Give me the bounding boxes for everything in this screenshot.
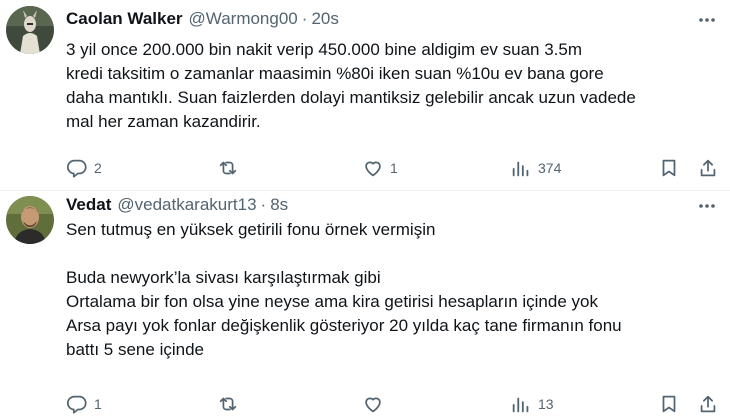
tweet-text-line: daha mantıklı. Suan faizlerden dolayi ma…	[66, 88, 636, 107]
tweet-text-line: Sen tutmuş en yüksek getirili fonu örnek…	[66, 220, 436, 239]
tweet-text-line: battı 5 sene içinde	[66, 340, 204, 359]
tweet-vedat[interactable]: Vedat @vedatkarakurt13 · 8s Sen tutmuş e…	[0, 190, 730, 420]
repost-button[interactable]	[217, 392, 245, 416]
reply-count: 1	[94, 396, 102, 412]
more-icon[interactable]	[696, 195, 718, 217]
like-count: 1	[390, 160, 398, 176]
share-icon	[697, 393, 719, 415]
views-button[interactable]: 13	[510, 392, 554, 416]
repost-button[interactable]	[217, 156, 245, 180]
reply-icon	[66, 157, 88, 179]
more-icon[interactable]	[696, 9, 718, 31]
avatar[interactable]	[6, 6, 54, 54]
tweet-text: Sen tutmuş en yüksek getirili fonu örnek…	[66, 218, 716, 362]
tweet-caolan-walker[interactable]: Caolan Walker @Warmong00 · 20s 3 yil onc…	[0, 0, 730, 191]
display-name[interactable]: Vedat	[66, 195, 111, 215]
reply-icon	[66, 393, 88, 415]
reply-button[interactable]: 2	[66, 156, 102, 180]
bookmark-icon	[658, 157, 680, 179]
tweet-text-line: mal her zaman kazandirir.	[66, 112, 261, 131]
tweet-text-line: 3 yil once 200.000 bin nakit verip 450.0…	[66, 40, 583, 59]
views-icon	[510, 157, 532, 179]
timestamp[interactable]: 20s	[311, 9, 338, 29]
separator-dot: ·	[260, 195, 267, 214]
bookmark-button[interactable]	[658, 156, 680, 180]
avatar[interactable]	[6, 196, 54, 244]
tweet-header: Caolan Walker @Warmong00 · 20s	[66, 7, 680, 31]
like-button[interactable]	[362, 392, 390, 416]
user-handle[interactable]: @vedatkarakurt13	[117, 195, 256, 215]
timestamp[interactable]: 8s	[270, 195, 288, 215]
reply-button[interactable]: 1	[66, 392, 102, 416]
heart-icon	[362, 393, 384, 415]
like-button[interactable]: 1	[362, 156, 398, 180]
repost-icon	[217, 157, 239, 179]
view-count: 13	[538, 396, 554, 412]
tweet-text-line: Buda newyork’la sivası karşılaştırmak gi…	[66, 268, 381, 287]
views-icon	[510, 393, 532, 415]
share-button[interactable]	[697, 392, 719, 416]
tweet-text-line: Arsa payı yok fonlar değişkenlik gösteri…	[66, 316, 622, 335]
reply-count: 2	[94, 160, 102, 176]
tweet-actions: 1 13	[0, 392, 730, 416]
view-count: 374	[538, 160, 562, 176]
share-icon	[697, 157, 719, 179]
share-button[interactable]	[697, 156, 719, 180]
user-handle[interactable]: @Warmong00	[189, 9, 298, 29]
views-button[interactable]: 374	[510, 156, 561, 180]
tweet-header: Vedat @vedatkarakurt13 · 8s	[66, 193, 680, 217]
bookmark-button[interactable]	[658, 392, 680, 416]
tweet-actions: 2 1 374	[0, 156, 730, 180]
heart-icon	[362, 157, 384, 179]
display-name[interactable]: Caolan Walker	[66, 9, 183, 29]
tweet-text-line: kredi taksitim o zamanlar maasimin %80i …	[66, 64, 604, 83]
tweet-text-line: Ortalama bir fon olsa yine neyse ama kir…	[66, 292, 598, 311]
bookmark-icon	[658, 393, 680, 415]
tweet-text: 3 yil once 200.000 bin nakit verip 450.0…	[66, 38, 716, 134]
repost-icon	[217, 393, 239, 415]
separator-dot: ·	[301, 9, 308, 28]
